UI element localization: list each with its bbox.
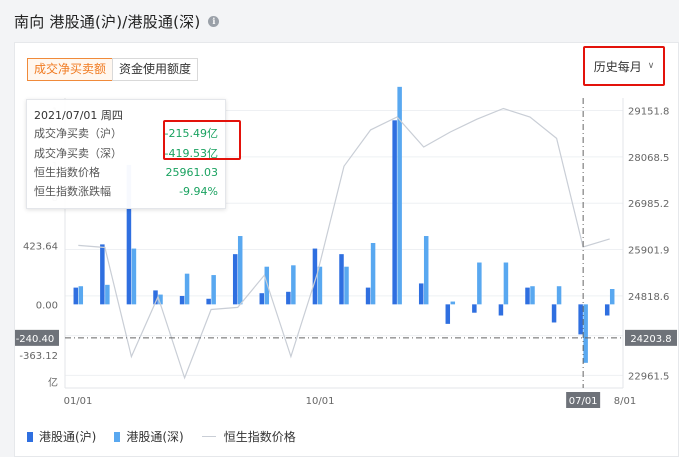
bar-sz: [344, 266, 349, 305]
left-tick-label: 0.00: [36, 300, 58, 311]
bar-sh: [445, 304, 451, 324]
legend-item-sh[interactable]: 港股通(沪): [27, 428, 96, 445]
legend-item-sz[interactable]: 港股通(深): [114, 428, 184, 445]
bar-sz: [291, 265, 296, 305]
chart-card: 成交净买卖额 资金使用额度 历史每月 ∨ 423.640.00-363.12亿1…: [14, 42, 679, 457]
tooltip: 2021/07/01 周四 成交净买卖（沪） -215.49亿 成交净买卖（深）…: [26, 99, 241, 209]
tooltip-date: 2021/07/01 周四: [34, 109, 123, 122]
bar-sz: [78, 286, 84, 305]
info-icon[interactable]: i: [208, 15, 220, 27]
bar-sz: [317, 266, 323, 305]
header: 南向 港股通(沪)/港股通(深) i: [14, 9, 220, 33]
tooltip-label: 成交净买卖（沪）: [34, 127, 122, 140]
bar-sh: [206, 298, 211, 305]
legend: 港股通(沪) 港股通(深) 恒生指数价格: [27, 428, 314, 445]
x-tick-label: 10/01: [306, 396, 335, 407]
bar-sz: [423, 236, 429, 305]
bar-sz: [530, 286, 535, 305]
legend-label: 恒生指数价格: [223, 430, 296, 444]
right-tick-label: 29151.8: [628, 107, 669, 118]
crosshair-left-value: -240.40: [16, 334, 55, 345]
left-axis-unit: 亿: [48, 376, 58, 389]
bar-sh: [232, 254, 238, 305]
legend-swatch: [201, 436, 216, 437]
tooltip-row-index-price: 恒生指数价格 25961.03: [34, 163, 218, 181]
bar-sh: [604, 304, 610, 316]
bar-sz: [184, 273, 190, 305]
crosshair-x-value: 07/01: [569, 396, 598, 407]
right-tick-label: 25901.9: [628, 246, 669, 257]
x-tick-label: 8/01: [614, 396, 636, 407]
legend-swatch: [27, 431, 33, 442]
legend-swatch: [114, 431, 121, 442]
tooltip-highlight-box: [163, 120, 241, 160]
bar-sh: [286, 291, 291, 305]
legend-label: 港股通(沪): [39, 430, 97, 444]
bar-sh: [259, 293, 265, 305]
right-tick-label: 28068.5: [628, 153, 669, 164]
bar-sz: [503, 262, 509, 305]
bar-sh: [472, 304, 477, 313]
bar-sz: [237, 236, 243, 305]
bar-sz: [370, 243, 376, 305]
right-tick-label: 22961.5: [628, 371, 669, 382]
bar-sh: [365, 287, 371, 305]
bar-sz: [211, 275, 216, 305]
bar-sh: [100, 244, 105, 305]
crosshair-right-value: 24203.8: [630, 334, 671, 345]
tooltip-label: 成交净买卖（深）: [34, 147, 122, 160]
legend-item-index[interactable]: 恒生指数价格: [201, 428, 296, 445]
right-tick-label: 26985.2: [628, 199, 669, 210]
bar-sz: [609, 289, 615, 305]
tooltip-label: 恒生指数价格: [34, 166, 100, 179]
bar-sh: [392, 120, 397, 305]
x-tick-label: 01/01: [64, 396, 93, 407]
bar-sz: [131, 248, 137, 305]
tooltip-label: 恒生指数涨跌幅: [34, 185, 111, 198]
left-tick-label: -363.12: [19, 351, 58, 362]
tooltip-value: 25961.03: [165, 165, 219, 179]
right-tick-label: 24818.6: [628, 292, 669, 303]
page-title: 南向 港股通(沪)/港股通(深): [14, 12, 201, 31]
bar-sz: [450, 301, 456, 305]
bar-sh: [551, 304, 557, 323]
bar-sh: [179, 295, 185, 305]
bar-sh: [73, 287, 79, 305]
bar-sz: [477, 262, 482, 305]
bar-sh: [578, 304, 583, 335]
tooltip-row-index-change: 恒生指数涨跌幅 -9.94%: [34, 182, 218, 200]
bar-sz: [264, 266, 270, 305]
left-tick-label: 423.64: [23, 241, 58, 252]
bar-sh: [339, 254, 344, 305]
tooltip-value: -9.94%: [179, 184, 218, 198]
bar-sh: [525, 287, 530, 305]
bar-sz: [583, 304, 588, 363]
bar-sz: [556, 286, 562, 305]
bar-sz: [105, 284, 110, 305]
bar-sh: [418, 283, 424, 305]
legend-label: 港股通(深): [126, 430, 184, 444]
bar-sh: [498, 304, 504, 316]
